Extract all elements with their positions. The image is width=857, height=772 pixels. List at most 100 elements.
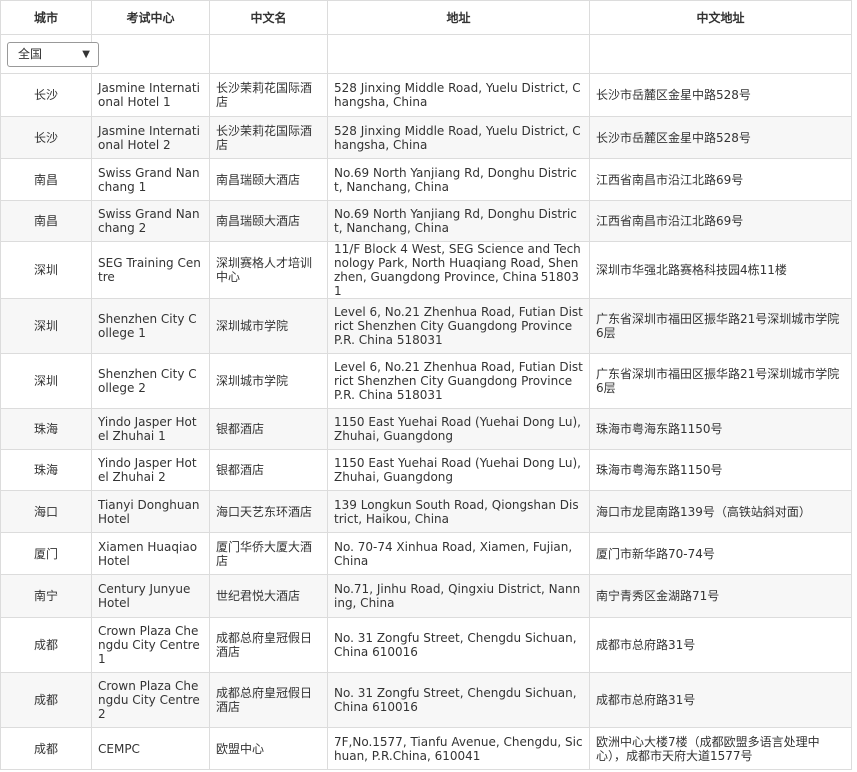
cell-chinese-name: 欧盟中心 bbox=[209, 727, 328, 770]
cell-test-center: Yindo Jasper Hotel Zhuhai 2 bbox=[91, 449, 210, 491]
cell-chinese-name: 长沙茉莉花国际酒店 bbox=[209, 116, 328, 159]
cell-chinese-address: 深圳市华强北路赛格科技园4栋11楼 bbox=[589, 241, 852, 299]
cell-chinese-address: 江西省南昌市沿江北路69号 bbox=[589, 200, 852, 242]
table-row: 深圳 Shenzhen City College 1 深圳城市学院 Level 6, … bbox=[0, 298, 852, 354]
table-row: 南昌 Swiss Grand Nanchang 1 南昌瑞颐大酒店 No.69 Nor… bbox=[0, 158, 852, 201]
cell-chinese-name: 深圳城市学院 bbox=[209, 298, 328, 354]
filter-empty-cell bbox=[589, 34, 852, 74]
cell-address: No.69 North Yanjiang Rd, Donghu District… bbox=[327, 200, 590, 242]
cell-address: 139 Longkun South Road, Qiongshan Distri… bbox=[327, 490, 590, 533]
table-row: 厦门 Xiamen Huaqiao Hotel 厦门华侨大厦大酒店 No. 70-74… bbox=[0, 532, 852, 575]
table-row: 珠海 Yindo Jasper Hotel Zhuhai 2 银都酒店 1150 Ea… bbox=[0, 449, 852, 491]
cell-test-center: Shenzhen City College 2 bbox=[91, 353, 210, 409]
cell-address: 528 Jinxing Middle Road, Yuelu District,… bbox=[327, 73, 590, 117]
cell-test-center: Swiss Grand Nanchang 1 bbox=[91, 158, 210, 201]
cell-chinese-name: 成都总府皇冠假日酒店 bbox=[209, 672, 328, 728]
table-row: 珠海 Yindo Jasper Hotel Zhuhai 1 银都酒店 1150 Ea… bbox=[0, 408, 852, 450]
cell-chinese-name: 世纪君悦大酒店 bbox=[209, 574, 328, 618]
cell-chinese-address: 广东省深圳市福田区振华路21号深圳城市学院6层 bbox=[589, 298, 852, 354]
header-city: 城市 bbox=[0, 0, 92, 35]
cell-address: No.71, Jinhu Road, Qingxiu District, Nan… bbox=[327, 574, 590, 618]
city-filter-value: 全国 bbox=[18, 46, 43, 61]
filter-empty-cell bbox=[209, 34, 328, 74]
cell-city: 珠海 bbox=[0, 408, 92, 450]
header-test-center: 考试中心 bbox=[91, 0, 210, 35]
cell-test-center: CEMPC bbox=[91, 727, 210, 770]
cell-address: 7F,No.1577, Tianfu Avenue, Chengdu, Sich… bbox=[327, 727, 590, 770]
table-row: 长沙 Jasmine International Hotel 1 长沙茉莉花国际酒店… bbox=[0, 73, 852, 117]
cell-test-center: Swiss Grand Nanchang 2 bbox=[91, 200, 210, 242]
cell-chinese-address: 珠海市粤海东路1150号 bbox=[589, 408, 852, 450]
filter-empty-cell bbox=[91, 34, 210, 74]
table-row: 深圳 Shenzhen City College 2 深圳城市学院 Level 6, … bbox=[0, 353, 852, 409]
header-chinese-address: 中文地址 bbox=[589, 0, 852, 35]
cell-city: 长沙 bbox=[0, 73, 92, 117]
cell-city: 深圳 bbox=[0, 298, 92, 354]
test-centers-table: 城市 考试中心 中文名 地址 中文地址 全国 ▼ 长沙 Jasmine Inter… bbox=[0, 0, 852, 770]
cell-test-center: Century Junyue Hotel bbox=[91, 574, 210, 618]
cell-test-center: Jasmine International Hotel 1 bbox=[91, 73, 210, 117]
table-row: 深圳 SEG Training Centre 深圳赛格人才培训中心 11/F Bloc… bbox=[0, 241, 852, 299]
cell-city: 南宁 bbox=[0, 574, 92, 618]
cell-city: 南昌 bbox=[0, 158, 92, 201]
cell-chinese-address: 广东省深圳市福田区振华路21号深圳城市学院6层 bbox=[589, 353, 852, 409]
cell-chinese-address: 南宁青秀区金湖路71号 bbox=[589, 574, 852, 618]
cell-test-center: Jasmine International Hotel 2 bbox=[91, 116, 210, 159]
cell-city: 海口 bbox=[0, 490, 92, 533]
table-row: 海口 Tianyi Donghuan Hotel 海口天艺东环酒店 139 Longk… bbox=[0, 490, 852, 533]
cell-chinese-name: 深圳城市学院 bbox=[209, 353, 328, 409]
cell-chinese-address: 长沙市岳麓区金星中路528号 bbox=[589, 73, 852, 117]
cell-chinese-address: 海口市龙昆南路139号（高铁站斜对面） bbox=[589, 490, 852, 533]
cell-address: 528 Jinxing Middle Road, Yuelu District,… bbox=[327, 116, 590, 159]
cell-address: 1150 East Yuehai Road (Yuehai Dong Lu), … bbox=[327, 408, 590, 450]
cell-test-center: Tianyi Donghuan Hotel bbox=[91, 490, 210, 533]
header-address: 地址 bbox=[327, 0, 590, 35]
cell-address: No. 31 Zongfu Street, Chengdu Sichuan, C… bbox=[327, 617, 590, 673]
city-filter-select[interactable]: 全国 ▼ bbox=[7, 41, 99, 67]
header-chinese-name: 中文名 bbox=[209, 0, 328, 35]
filter-cell: 全国 ▼ bbox=[0, 34, 99, 74]
cell-test-center: Xiamen Huaqiao Hotel bbox=[91, 532, 210, 575]
cell-chinese-name: 厦门华侨大厦大酒店 bbox=[209, 532, 328, 575]
cell-test-center: Shenzhen City College 1 bbox=[91, 298, 210, 354]
cell-address: Level 6, No.21 Zhenhua Road, Futian Dist… bbox=[327, 353, 590, 409]
cell-chinese-name: 银都酒店 bbox=[209, 408, 328, 450]
cell-address: No.69 North Yanjiang Rd, Donghu District… bbox=[327, 158, 590, 201]
cell-address: No. 31 Zongfu Street, Chengdu Sichuan, C… bbox=[327, 672, 590, 728]
cell-city: 成都 bbox=[0, 617, 92, 673]
cell-address: 11/F Block 4 West, SEG Science and Techn… bbox=[327, 241, 590, 299]
cell-chinese-name: 长沙茉莉花国际酒店 bbox=[209, 73, 328, 117]
cell-address: Level 6, No.21 Zhenhua Road, Futian Dist… bbox=[327, 298, 590, 354]
cell-address: No. 70-74 Xinhua Road, Xiamen, Fujian, C… bbox=[327, 532, 590, 575]
chevron-down-icon: ▼ bbox=[82, 48, 90, 60]
table-row: 南宁 Century Junyue Hotel 世纪君悦大酒店 No.71, Jinh… bbox=[0, 574, 852, 618]
cell-chinese-address: 珠海市粤海东路1150号 bbox=[589, 449, 852, 491]
table-row: 成都 Crown Plaza Chengdu City Centre 2 成都总府皇… bbox=[0, 672, 852, 728]
cell-test-center: Crown Plaza Chengdu City Centre 1 bbox=[91, 617, 210, 673]
cell-city: 珠海 bbox=[0, 449, 92, 491]
cell-chinese-name: 南昌瑞颐大酒店 bbox=[209, 158, 328, 201]
cell-chinese-address: 长沙市岳麓区金星中路528号 bbox=[589, 116, 852, 159]
cell-city: 深圳 bbox=[0, 353, 92, 409]
cell-city: 深圳 bbox=[0, 241, 92, 299]
table-row: 长沙 Jasmine International Hotel 2 长沙茉莉花国际酒店… bbox=[0, 116, 852, 159]
table-header-row: 城市 考试中心 中文名 地址 中文地址 bbox=[0, 0, 852, 35]
filter-empty-cell bbox=[327, 34, 590, 74]
cell-chinese-name: 成都总府皇冠假日酒店 bbox=[209, 617, 328, 673]
filter-row: 全国 ▼ bbox=[0, 34, 852, 74]
cell-city: 长沙 bbox=[0, 116, 92, 159]
cell-city: 成都 bbox=[0, 727, 92, 770]
cell-chinese-name: 海口天艺东环酒店 bbox=[209, 490, 328, 533]
table-row: 成都 CEMPC 欧盟中心 7F,No.1577, Tianfu Avenue, Ch… bbox=[0, 727, 852, 770]
table-row: 南昌 Swiss Grand Nanchang 2 南昌瑞颐大酒店 No.69 Nor… bbox=[0, 200, 852, 242]
cell-chinese-address: 成都市总府路31号 bbox=[589, 672, 852, 728]
cell-chinese-address: 江西省南昌市沿江北路69号 bbox=[589, 158, 852, 201]
cell-test-center: Yindo Jasper Hotel Zhuhai 1 bbox=[91, 408, 210, 450]
cell-test-center: SEG Training Centre bbox=[91, 241, 210, 299]
cell-city: 厦门 bbox=[0, 532, 92, 575]
cell-chinese-name: 银都酒店 bbox=[209, 449, 328, 491]
cell-city: 南昌 bbox=[0, 200, 92, 242]
table-row: 成都 Crown Plaza Chengdu City Centre 1 成都总府皇… bbox=[0, 617, 852, 673]
cell-chinese-address: 欧洲中心大楼7楼（成都欧盟多语言处理中心），成都市天府大道1577号 bbox=[589, 727, 852, 770]
cell-chinese-name: 深圳赛格人才培训中心 bbox=[209, 241, 328, 299]
